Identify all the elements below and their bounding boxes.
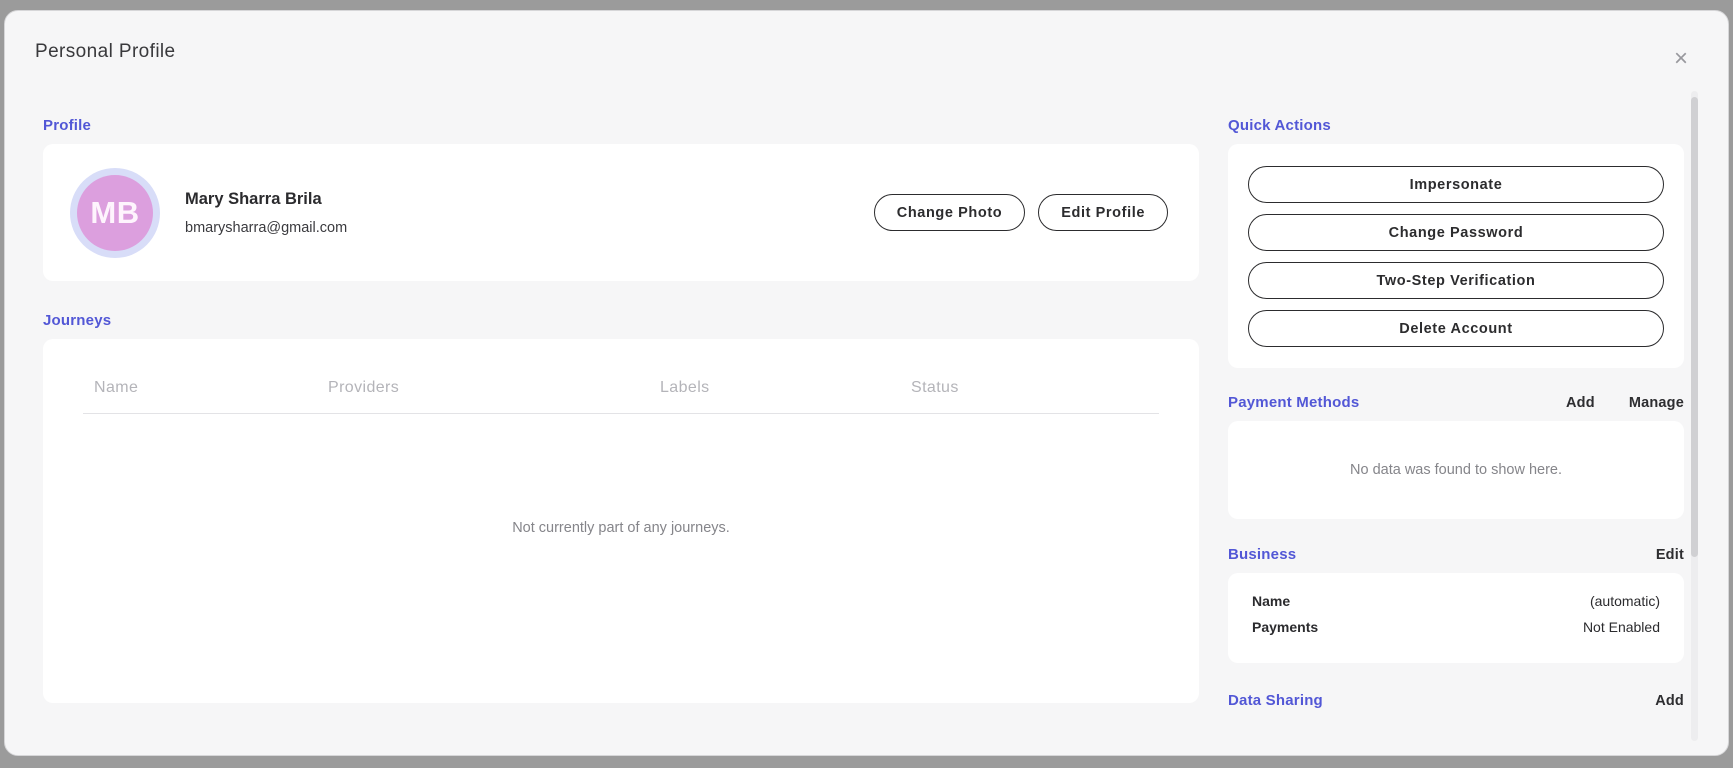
column-header-status: Status <box>911 379 959 396</box>
page-title: Personal Profile <box>35 41 176 62</box>
journeys-table-header: Name Providers Labels Status <box>83 379 1159 414</box>
close-icon[interactable]: × <box>1674 47 1688 71</box>
business-row-payments: Payments Not Enabled <box>1252 619 1660 635</box>
person-email: bmarysharra@gmail.com <box>185 219 348 236</box>
journeys-table: Name Providers Labels Status <box>83 379 1159 414</box>
main-column: Profile MB Mary Sharra Brila bmarysharra… <box>43 117 1199 703</box>
column-header-labels: Labels <box>660 379 710 396</box>
journeys-section-label: Journeys <box>43 312 112 329</box>
profile-section-header: Profile <box>43 117 1199 134</box>
journeys-empty-message: Not currently part of any journeys. <box>512 520 730 536</box>
journeys-card: Name Providers Labels Status Not current… <box>43 339 1199 703</box>
side-column: Quick Actions Impersonate Change Passwor… <box>1228 117 1684 719</box>
payment-methods-card: No data was found to show here. <box>1228 421 1684 519</box>
edit-profile-button[interactable]: Edit Profile <box>1038 194 1168 231</box>
data-sharing-add-link[interactable]: Add <box>1655 693 1684 709</box>
business-name-label: Name <box>1252 593 1291 609</box>
column-header-name: Name <box>94 379 139 396</box>
scrollbar-thumb[interactable] <box>1691 97 1698 557</box>
quick-actions-section-header: Quick Actions <box>1228 117 1684 134</box>
avatar: MB <box>70 167 160 258</box>
business-payments-label: Payments <box>1252 619 1319 635</box>
business-section-header: Business Edit <box>1228 546 1684 563</box>
column-header-providers: Providers <box>328 379 400 396</box>
data-sharing-section-header: Data Sharing Add <box>1228 692 1684 709</box>
business-row-name: Name (automatic) <box>1252 593 1660 609</box>
payment-methods-manage-link[interactable]: Manage <box>1629 395 1684 411</box>
business-payments-value: Not Enabled <box>1582 619 1660 635</box>
person-name: Mary Sharra Brila <box>185 189 322 208</box>
person-info: Mary Sharra Brila bmarysharra@gmail.com <box>185 190 874 236</box>
payment-methods-section-label: Payment Methods <box>1228 394 1360 411</box>
profile-actions: Change Photo Edit Profile <box>873 194 1168 231</box>
journeys-section-header: Journeys <box>43 312 1199 329</box>
quick-actions-section-label: Quick Actions <box>1228 117 1331 134</box>
avatar-initials: MB <box>77 174 153 251</box>
delete-account-button[interactable]: Delete Account <box>1248 310 1664 347</box>
vertical-scrollbar[interactable] <box>1691 91 1698 741</box>
personal-profile-modal: Personal Profile × Profile MB Mary Sharr… <box>4 10 1729 756</box>
payment-methods-add-link[interactable]: Add <box>1566 395 1595 411</box>
payment-methods-section-header: Payment Methods Add Manage <box>1228 394 1684 411</box>
profile-card: MB Mary Sharra Brila bmarysharra@gmail.c… <box>43 144 1199 281</box>
profile-section-label: Profile <box>43 117 92 134</box>
business-card: Name (automatic) Payments Not Enabled <box>1228 573 1684 663</box>
change-photo-button[interactable]: Change Photo <box>873 194 1026 231</box>
business-section-label: Business <box>1228 546 1297 563</box>
quick-actions-card: Impersonate Change Password Two-Step Ver… <box>1228 144 1684 368</box>
payment-methods-links: Add Manage <box>1566 395 1684 411</box>
two-step-verification-button[interactable]: Two-Step Verification <box>1248 262 1664 299</box>
business-name-value: (automatic) <box>1589 593 1660 609</box>
impersonate-button[interactable]: Impersonate <box>1248 166 1664 203</box>
change-password-button[interactable]: Change Password <box>1248 214 1664 251</box>
data-sharing-section-label: Data Sharing <box>1228 692 1323 709</box>
payment-methods-empty-message: No data was found to show here. <box>1350 462 1562 478</box>
business-edit-link[interactable]: Edit <box>1656 547 1684 563</box>
